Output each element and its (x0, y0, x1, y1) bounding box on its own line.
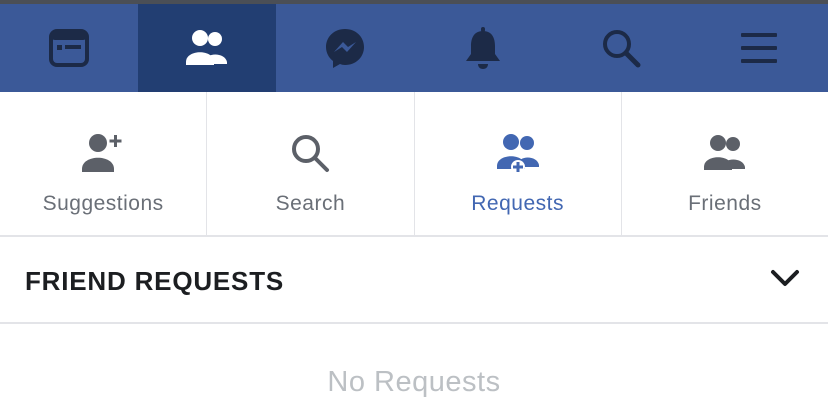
menu-icon (741, 33, 777, 63)
news-feed-icon (49, 29, 89, 67)
nav-news-feed-button[interactable] (0, 4, 138, 92)
chevron-down-icon[interactable] (770, 267, 800, 289)
search-icon (292, 135, 330, 172)
nav-search-button[interactable] (552, 4, 690, 92)
tab-requests-label: Requests (471, 192, 564, 215)
friends-icon (186, 30, 227, 65)
nav-messenger-button[interactable] (276, 4, 414, 92)
tab-requests[interactable]: Requests (415, 92, 622, 235)
top-navigation-bar (0, 0, 828, 92)
tab-friends[interactable]: Friends (622, 92, 828, 235)
nav-menu-button[interactable] (690, 4, 828, 92)
nav-friends-button[interactable] (138, 4, 276, 92)
notifications-bell-icon (466, 27, 500, 69)
tab-friends-label: Friends (688, 192, 762, 215)
friend-requests-icon (496, 134, 539, 174)
tab-search-label: Search (275, 192, 346, 215)
messenger-icon (326, 29, 364, 68)
friends-icon (703, 135, 745, 170)
tab-suggestions-label: Suggestions (42, 192, 164, 215)
section-title: FRIEND REQUESTS (25, 266, 285, 296)
empty-state-text: No Requests (327, 366, 501, 398)
tab-suggestions[interactable]: Suggestions (0, 92, 208, 235)
friends-subtabs: Suggestions Search Requests Friends (0, 92, 828, 237)
tab-search[interactable]: Search (207, 92, 415, 235)
friend-requests-section-header[interactable]: FRIEND REQUESTS (0, 237, 828, 324)
search-icon (603, 30, 641, 68)
nav-notifications-button[interactable] (414, 4, 552, 92)
add-friend-icon (82, 134, 122, 172)
